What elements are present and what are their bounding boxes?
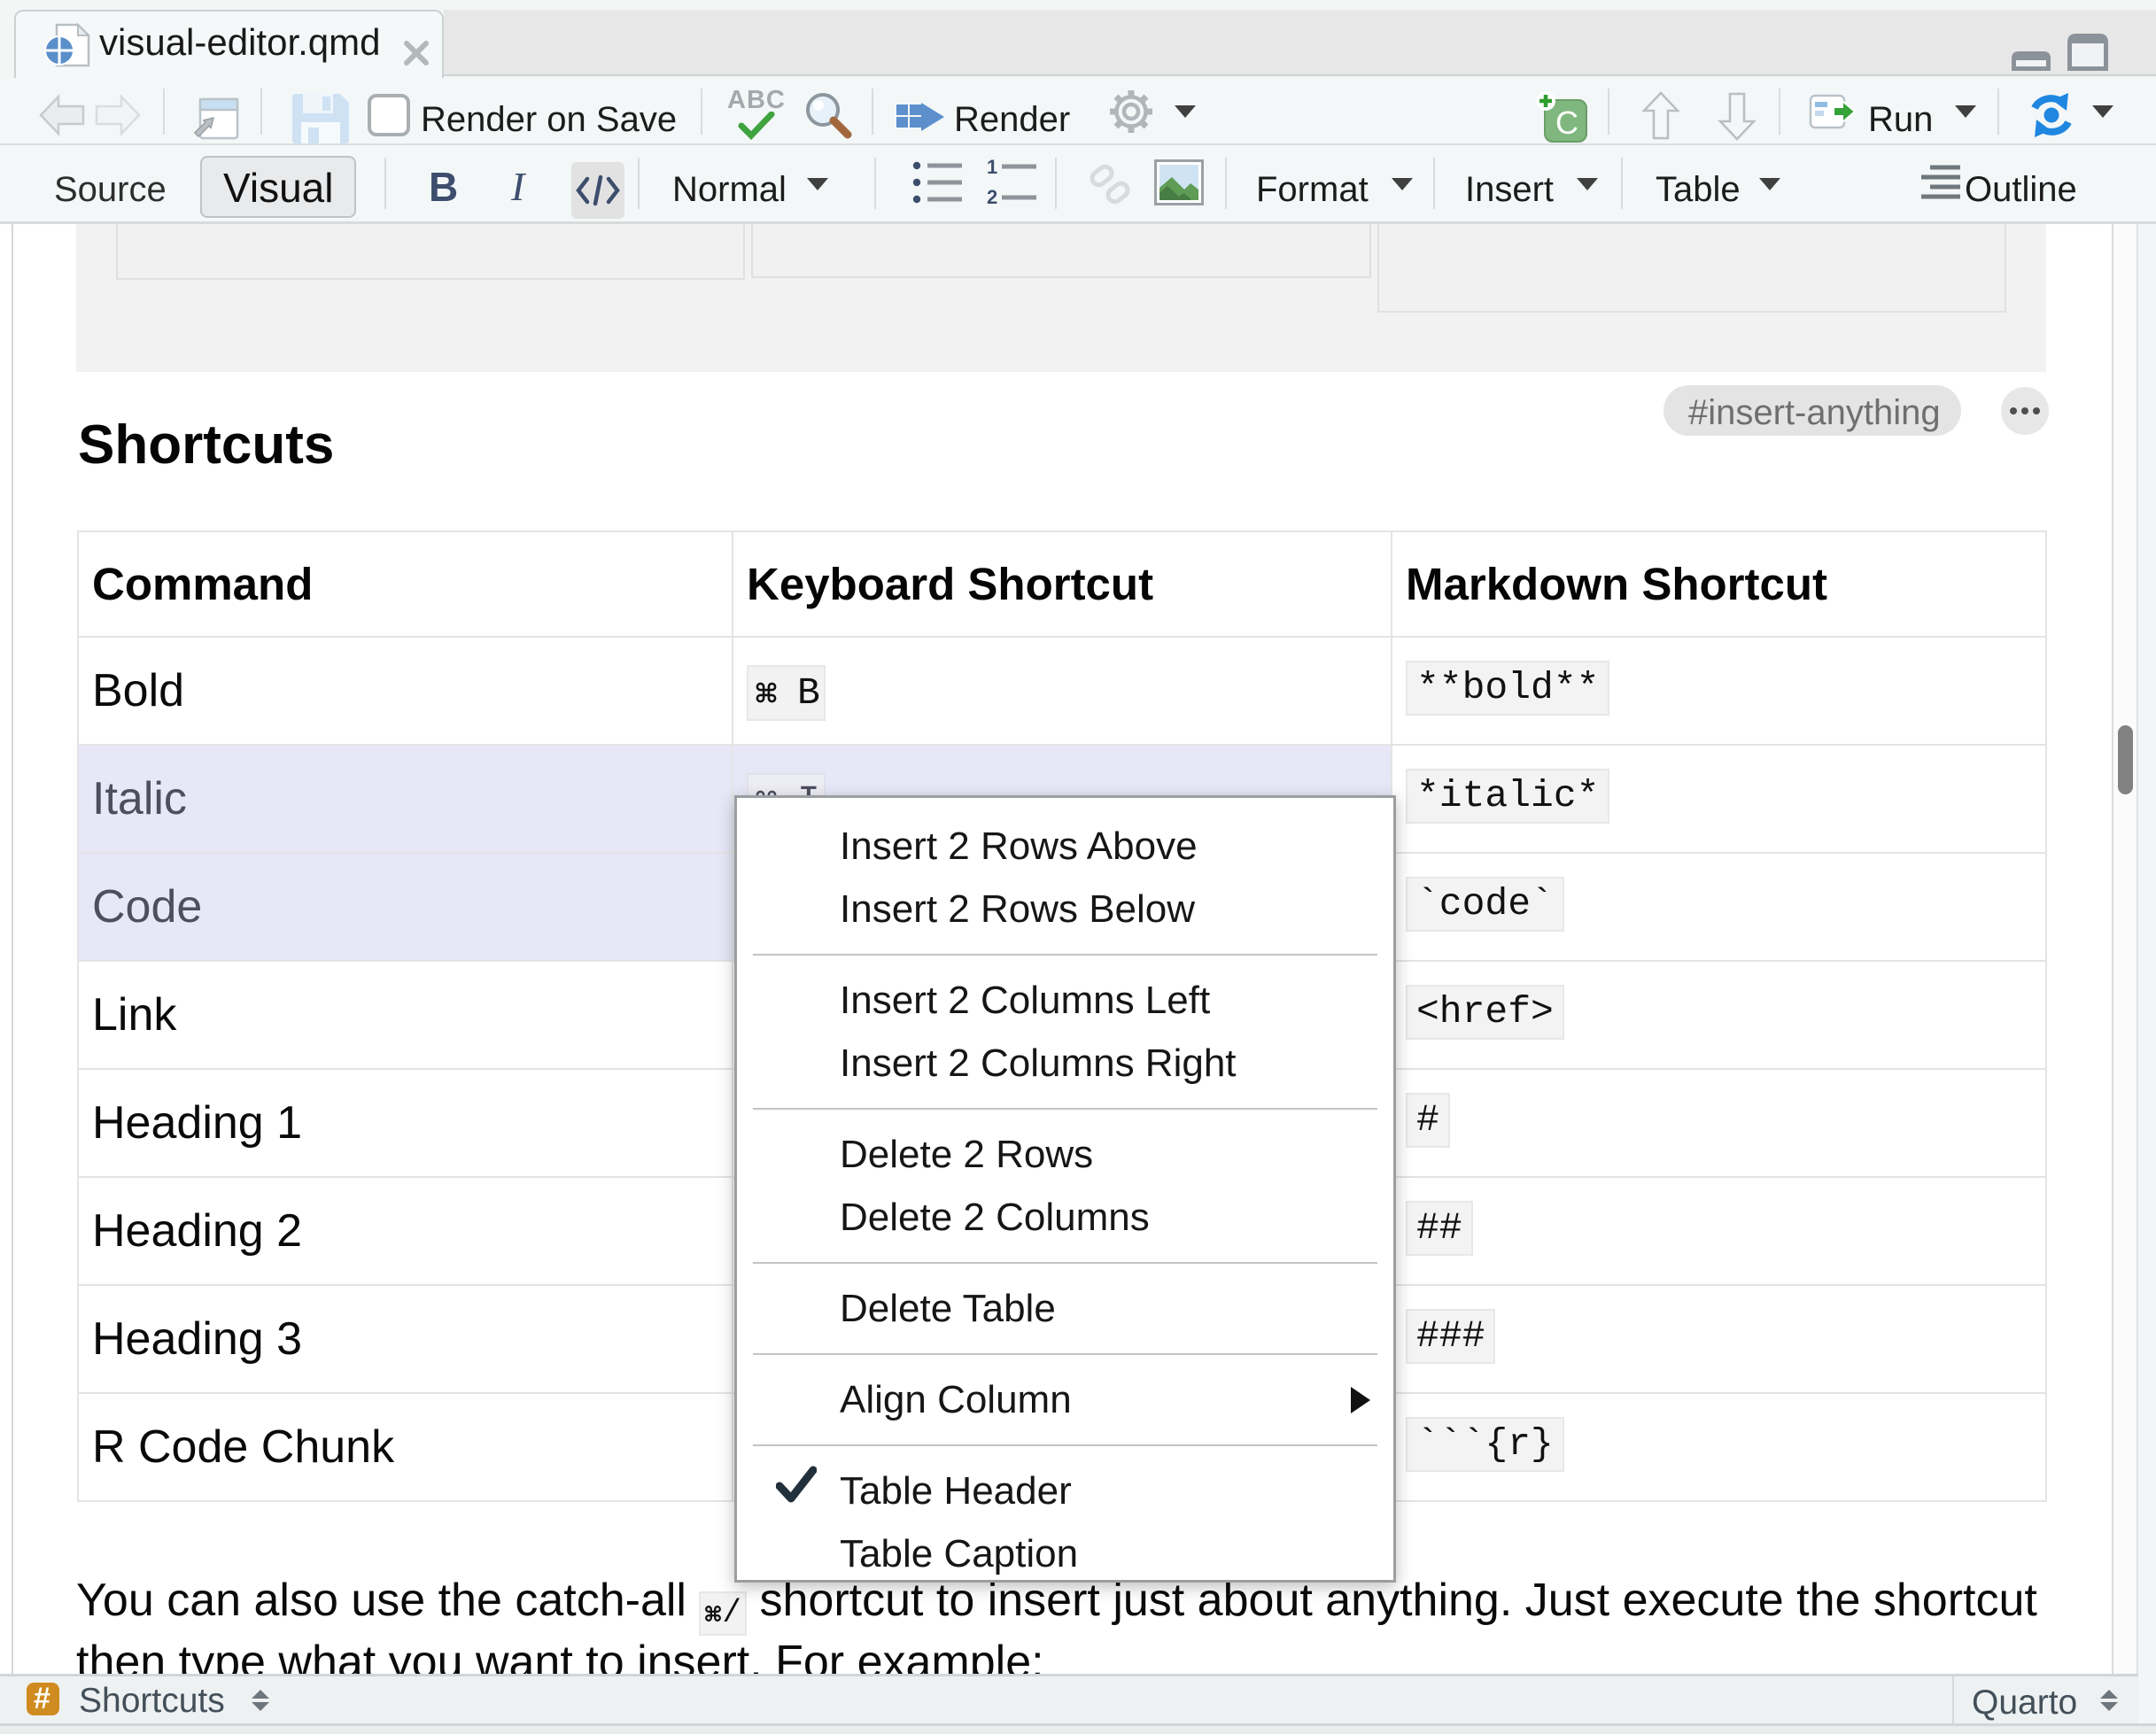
svg-text:2: 2 — [987, 186, 997, 205]
svg-text:1: 1 — [987, 159, 997, 178]
svg-text:C: C — [1555, 105, 1578, 141]
